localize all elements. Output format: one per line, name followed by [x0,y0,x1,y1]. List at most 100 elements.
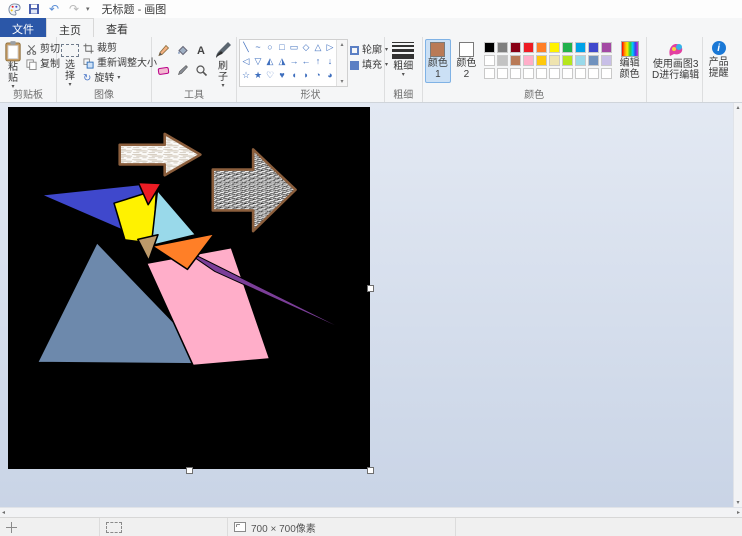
shape-tool[interactable]: △ [312,40,324,54]
brushes-button[interactable]: 刷子 ▾ [212,39,234,90]
workspace: ▴ ▾ [0,103,742,507]
vertical-scrollbar[interactable]: ▴ ▾ [733,103,742,507]
shape-tool[interactable]: ♡ [264,68,276,82]
shapes-scrollbar[interactable]: ▴ ▾ [336,40,347,86]
rotate-button[interactable]: ↻ 旋转 ▾ [83,71,157,85]
shape-tool[interactable]: ♥ [276,68,288,82]
palette-swatch[interactable] [484,68,495,79]
copy-button[interactable]: 复制 [26,57,60,71]
palette-swatch[interactable] [601,68,612,79]
palette-swatch[interactable] [510,68,521,79]
color2-button[interactable]: 颜色2 [453,39,480,83]
shape-tool[interactable]: → [288,54,300,68]
magnifier-tool[interactable] [192,61,210,80]
shape-tool[interactable]: ☆ [240,68,252,82]
shape-tool[interactable]: ◔ [312,68,324,82]
palette-swatch[interactable] [523,55,534,66]
undo-button[interactable]: ↶ [46,2,62,17]
palette-swatch[interactable] [484,55,495,66]
palette-swatch[interactable] [523,42,534,53]
palette-swatch[interactable] [536,42,547,53]
shape-tool[interactable]: ◗ [300,68,312,82]
palette-swatch[interactable] [536,68,547,79]
shape-tool[interactable]: ◭ [264,54,276,68]
paste-button[interactable]: 粘贴 ▾ [2,39,24,91]
shapes-scroll-down-icon[interactable]: ▾ [340,78,343,85]
palette-swatch[interactable] [549,55,560,66]
shape-tool[interactable]: ~ [252,40,264,54]
palette-swatch[interactable] [484,42,495,53]
shape-tool[interactable]: ↓ [324,54,336,68]
color1-button[interactable]: 颜色1 [425,39,452,83]
palette-swatch[interactable] [588,42,599,53]
edit-colors-button[interactable]: 编辑颜色 [616,39,644,81]
palette-swatch[interactable] [549,42,560,53]
palette-swatch[interactable] [549,68,560,79]
fill-bucket-tool[interactable] [173,41,191,60]
palette-swatch[interactable] [562,42,573,53]
scroll-right-icon[interactable]: ▸ [737,509,740,516]
horizontal-scrollbar[interactable]: ◂ ▸ [0,507,742,517]
palette-swatch[interactable] [510,55,521,66]
shape-tool[interactable]: ← [300,54,312,68]
color-picker-tool[interactable] [173,61,191,80]
ribbon-tabs: 文件 主页 查看 [0,18,742,37]
resize-handle-right[interactable] [367,285,374,292]
select-button[interactable]: 选择 ▾ [59,39,81,89]
palette-swatch[interactable] [497,55,508,66]
crop-button[interactable]: 裁剪 [83,41,157,55]
shape-tool[interactable]: ◁ [240,54,252,68]
palette-swatch[interactable] [497,68,508,79]
size-button[interactable]: 粗细 ▾ [390,39,416,79]
palette-swatch[interactable] [588,68,599,79]
redo-button[interactable]: ↷ [66,2,82,17]
tab-home[interactable]: 主页 [46,18,94,37]
pencil-tool[interactable] [154,41,172,60]
shape-tool[interactable]: ╲ [240,40,252,54]
shape-tool[interactable]: ▷ [324,40,336,54]
palette-swatch[interactable] [536,55,547,66]
scroll-left-icon[interactable]: ◂ [2,509,5,516]
shape-tool[interactable]: □ [276,40,288,54]
qat-customize-button[interactable]: ▾ [86,5,90,13]
shape-tool[interactable]: ▽ [252,54,264,68]
shape-fill-button[interactable]: 填充 ▾ [350,58,388,72]
shape-tool[interactable]: ◖ [288,68,300,82]
shape-tool[interactable]: ★ [252,68,264,82]
shape-tool[interactable]: ◇ [300,40,312,54]
canvas[interactable] [8,107,370,469]
resize-handle-corner[interactable] [367,467,374,474]
text-tool[interactable]: A [192,41,210,60]
palette-swatch[interactable] [588,55,599,66]
palette-swatch[interactable] [575,42,586,53]
palette-swatch[interactable] [575,55,586,66]
eraser-tool[interactable] [154,61,172,80]
shapes-scroll-up-icon[interactable]: ▴ [340,41,343,48]
tab-file[interactable]: 文件 [0,18,46,37]
paint3d-button[interactable]: 使用画图3D进行编辑 [649,39,703,82]
shape-tool[interactable]: ◕ [324,68,336,82]
shape-tool[interactable]: ↑ [312,54,324,68]
shape-outline-button[interactable]: 轮廓 ▾ [350,43,388,57]
cut-button[interactable]: 剪切 [26,42,60,56]
palette-swatch[interactable] [562,55,573,66]
product-alerts-button[interactable]: i 产品提醒 [705,39,733,80]
rotate-caret-icon: ▾ [117,75,120,81]
scroll-down-icon[interactable]: ▾ [736,499,739,506]
palette-swatch[interactable] [523,68,534,79]
shape-tool[interactable]: ◮ [276,54,288,68]
save-button[interactable] [26,2,42,17]
shape-tool[interactable]: ▭ [288,40,300,54]
palette-swatch[interactable] [601,42,612,53]
tab-view[interactable]: 查看 [94,18,140,37]
resize-handle-bottom[interactable] [186,467,193,474]
palette-swatch[interactable] [510,42,521,53]
palette-swatch[interactable] [562,68,573,79]
palette-swatch[interactable] [601,55,612,66]
shape-tool[interactable]: ○ [264,40,276,54]
scroll-up-icon[interactable]: ▴ [736,104,739,111]
resize-button[interactable]: 重新调整大小 [83,56,157,70]
arrow-large [213,149,296,231]
palette-swatch[interactable] [575,68,586,79]
palette-swatch[interactable] [497,42,508,53]
